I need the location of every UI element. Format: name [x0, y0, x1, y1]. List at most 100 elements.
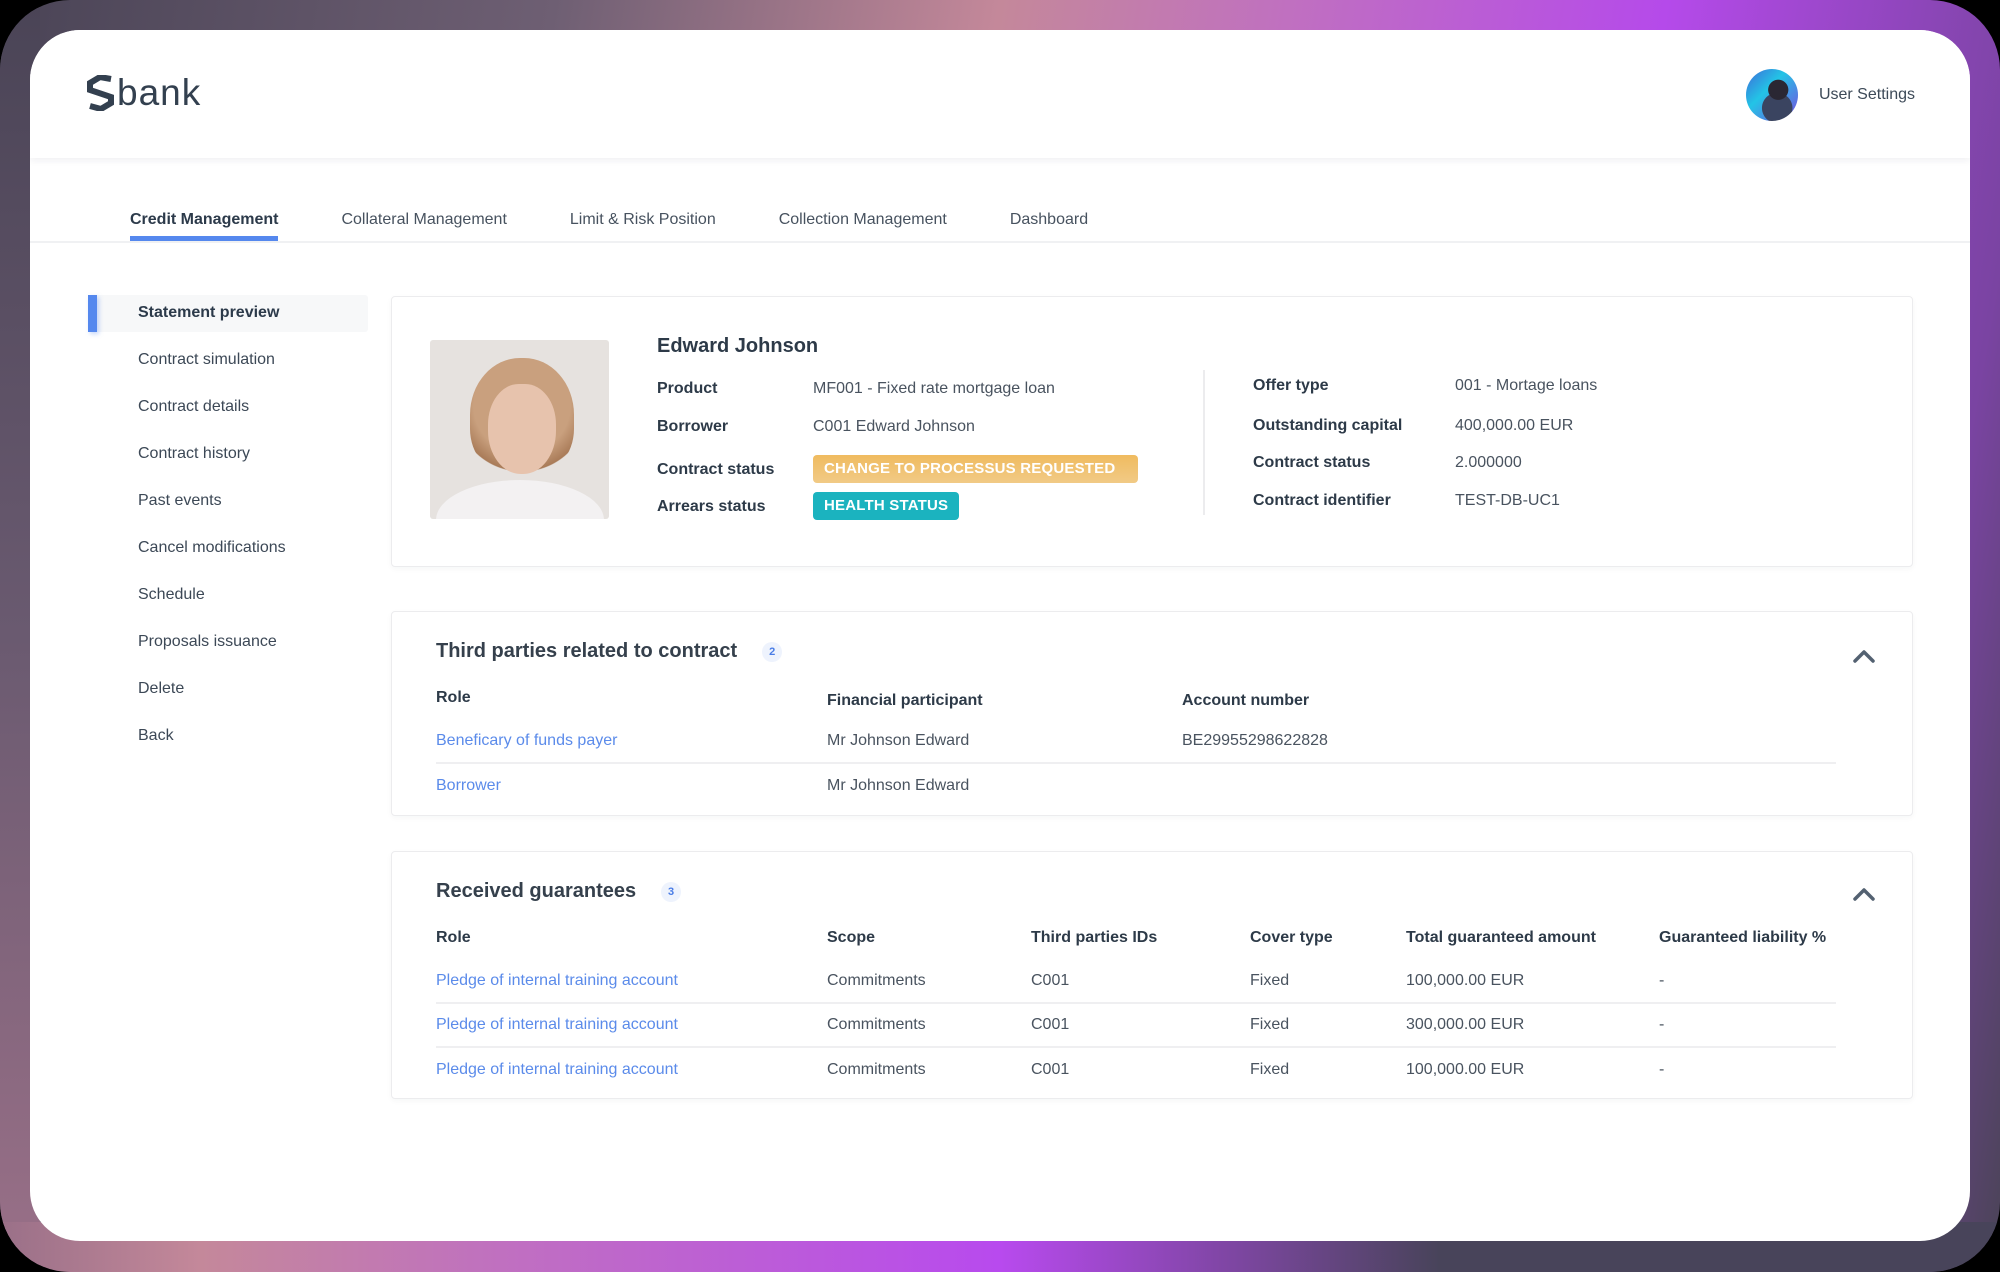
user-avatar-icon[interactable]: [1745, 69, 1798, 121]
table-cell: Commitments: [827, 1060, 926, 1078]
table-cell: Commitments: [827, 959, 1031, 1004]
logo-s-icon: [87, 74, 114, 111]
sidebar-item-past-events[interactable]: Past events: [88, 483, 368, 530]
field-label: Offer type: [1253, 377, 1329, 394]
table-cell: -: [1659, 959, 1836, 1004]
sidebar-item-contract-history[interactable]: Contract history: [88, 436, 368, 483]
third-parties-card: Third parties related to contract 2 Role…: [391, 611, 1913, 816]
received-guarantees-card: Received guarantees 3 Role Scope Third p…: [391, 851, 1913, 1099]
brand-logo[interactable]: bank: [87, 74, 201, 111]
user-settings[interactable]: User Settings: [1745, 69, 1915, 121]
table-cell: BE29955298622828: [1182, 719, 1836, 764]
sidebar-item-delete[interactable]: Delete: [88, 671, 368, 718]
sidebar-nav: Statement preview Contract simulation Co…: [88, 295, 368, 765]
table-cell: Fixed: [1250, 959, 1406, 1004]
column-header: Third parties IDs: [1031, 929, 1158, 946]
tab-dashboard[interactable]: Dashboard: [1010, 210, 1088, 242]
section-header: Received guarantees 3: [436, 880, 682, 903]
section-title: Third parties related to contract: [436, 640, 738, 662]
table-header-row: Role Scope Third parties IDs Cover type …: [436, 929, 1836, 959]
column-header: Total guaranteed amount: [1406, 929, 1596, 946]
column-header: Cover type: [1250, 929, 1333, 946]
field-label: Arrears status: [657, 498, 766, 515]
role-link[interactable]: Beneficary of funds payer: [436, 719, 827, 764]
column-header: Scope: [827, 929, 876, 946]
table-cell: Fixed: [1250, 1060, 1290, 1078]
arrears-status-badge: HEALTH STATUS: [813, 492, 960, 520]
table-cell: Mr Johnson Edward: [827, 776, 970, 794]
table-row: Pledge of internal training account Comm…: [436, 959, 1836, 1004]
contract-summary-card: Edward Johnson Product MF001 - Fixed rat…: [391, 296, 1913, 567]
app-window: bank User Settings Credit Management Col…: [30, 30, 1970, 1241]
user-settings-label[interactable]: User Settings: [1819, 86, 1915, 104]
table-header-row: Role Financial participant Account numbe…: [436, 689, 1836, 719]
count-badge: 2: [762, 641, 783, 662]
table-cell: Commitments: [827, 1003, 1031, 1048]
tabs-divider: [30, 241, 1970, 243]
table-cell: Mr Johnson Edward: [827, 719, 1182, 764]
tab-credit-management[interactable]: Credit Management: [130, 210, 279, 242]
field-label: Borrower: [657, 418, 729, 435]
table-cell: -: [1659, 1003, 1836, 1048]
sidebar-item-statement-preview[interactable]: Statement preview: [88, 295, 368, 332]
field-value: 2.000000: [1455, 454, 1522, 471]
count-badge: 3: [661, 881, 682, 902]
table-cell: C001: [1031, 959, 1250, 1004]
table-cell: C001: [1031, 1003, 1250, 1048]
table-row: Pledge of internal training account Comm…: [436, 1047, 1836, 1091]
table-row: Borrower Mr Johnson Edward: [436, 763, 1836, 807]
photo-shirt: [436, 480, 604, 519]
table-cell: 100,000.00 EUR: [1406, 1060, 1525, 1078]
third-parties-table: Role Financial participant Account numbe…: [436, 689, 1836, 807]
column-header: Account number: [1182, 692, 1310, 709]
contract-status-badge: CHANGE TO PROCESSUS REQUESTED: [813, 455, 1138, 483]
role-link[interactable]: Pledge of internal training account: [436, 1003, 827, 1048]
sidebar-item-contract-simulation[interactable]: Contract simulation: [88, 342, 368, 389]
column-divider: [1203, 370, 1205, 515]
field-value-wrap: CHANGE TO PROCESSUS REQUESTED: [813, 455, 1138, 483]
brand-name: bank: [117, 72, 202, 113]
borrower-name: Edward Johnson: [657, 335, 819, 357]
tab-collection-management[interactable]: Collection Management: [779, 210, 947, 242]
table-cell: 300,000.00 EUR: [1406, 1003, 1659, 1048]
field-label: Contract status: [1253, 454, 1371, 471]
role-link[interactable]: Borrower: [436, 763, 827, 807]
field-value: C001 Edward Johnson: [813, 418, 975, 435]
field-label: Product: [657, 380, 718, 397]
role-link[interactable]: Pledge of internal training account: [436, 959, 827, 1004]
tab-collateral-management[interactable]: Collateral Management: [341, 210, 506, 242]
column-header: Role: [436, 689, 471, 706]
borrower-photo: [430, 340, 609, 519]
table-cell: [1182, 763, 1836, 807]
table-cell: C001: [1031, 1060, 1070, 1078]
column-header: Role: [436, 929, 471, 946]
column-header: Financial participant: [827, 692, 983, 709]
tab-limit-risk-position[interactable]: Limit & Risk Position: [570, 210, 716, 242]
main-tabs: Credit Management Collateral Management …: [130, 210, 1151, 242]
field-label: Contract identifier: [1253, 492, 1391, 509]
role-link[interactable]: Pledge of internal training account: [436, 1047, 827, 1091]
sidebar-item-proposals-issuance[interactable]: Proposals issuance: [88, 624, 368, 671]
field-value: 001 - Mortage loans: [1455, 377, 1598, 394]
table-cell: 100,000.00 EUR: [1406, 959, 1659, 1004]
field-value: MF001 - Fixed rate mortgage loan: [813, 380, 1055, 397]
table-row: Beneficary of funds payer Mr Johnson Edw…: [436, 719, 1836, 764]
sidebar-item-cancel-modifications[interactable]: Cancel modifications: [88, 530, 368, 577]
field-label: Outstanding capital: [1253, 417, 1403, 434]
table-cell: -: [1659, 1060, 1665, 1078]
column-header: Guaranteed liability %: [1659, 929, 1827, 946]
top-header: bank User Settings: [30, 30, 1970, 158]
chevron-up-icon[interactable]: [1852, 648, 1876, 664]
photo-face: [488, 384, 556, 474]
field-label: Contract status: [657, 461, 775, 478]
field-value: 400,000.00 EUR: [1455, 417, 1574, 434]
sidebar-item-back[interactable]: Back: [88, 718, 368, 765]
field-value: TEST-DB-UC1: [1455, 492, 1560, 509]
sidebar-item-contract-details[interactable]: Contract details: [88, 389, 368, 436]
sidebar-item-schedule[interactable]: Schedule: [88, 577, 368, 624]
guarantees-table: Role Scope Third parties IDs Cover type …: [436, 929, 1836, 1091]
field-value-wrap: HEALTH STATUS: [813, 492, 960, 520]
chevron-up-icon[interactable]: [1852, 886, 1876, 902]
section-header: Third parties related to contract 2: [436, 640, 783, 663]
table-row: Pledge of internal training account Comm…: [436, 1003, 1836, 1048]
